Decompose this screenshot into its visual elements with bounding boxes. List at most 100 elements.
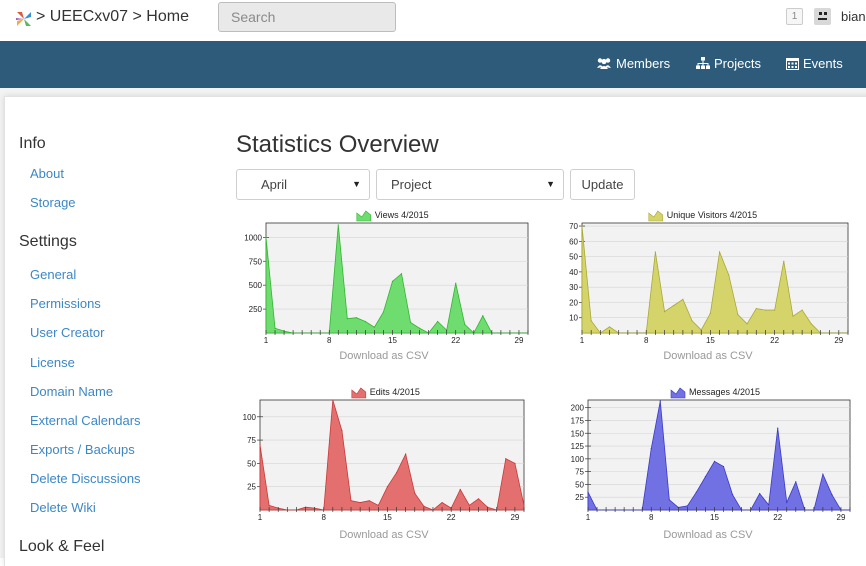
data-point: [728, 274, 730, 276]
month-select[interactable]: April ▼: [236, 169, 370, 200]
sidebar-link-delete-discussions[interactable]: Delete Discussions: [30, 471, 141, 486]
y-tick-label: 75: [575, 468, 584, 477]
data-point: [468, 504, 470, 506]
y-tick-label: 500: [249, 281, 263, 290]
x-tick-label: 15: [383, 513, 392, 522]
sidebar-link-domain-name[interactable]: Domain Name: [30, 384, 113, 399]
nav-members[interactable]: Members: [596, 56, 670, 71]
y-tick-label: 100: [243, 413, 257, 422]
data-point: [268, 504, 270, 506]
notification-badge[interactable]: 1: [786, 8, 803, 25]
data-point: [801, 309, 803, 311]
sidebar-heading-settings: Settings: [19, 233, 77, 250]
data-point: [731, 494, 734, 496]
data-point: [822, 473, 824, 475]
data-point: [581, 225, 583, 227]
data-point: [386, 486, 389, 488]
data-point: [668, 499, 670, 501]
data-point: [373, 326, 376, 328]
page-title: Statistics Overview: [236, 131, 439, 158]
chart-legend: Edits 4/2015: [351, 387, 420, 399]
data-point: [686, 505, 688, 507]
chart-title: Unique Visitors 4/2015: [667, 210, 757, 220]
x-tick-label: 8: [649, 513, 654, 522]
data-point: [659, 400, 661, 402]
chart-title: Messages 4/2015: [689, 387, 760, 397]
sidebar-link-about[interactable]: About: [30, 166, 64, 181]
data-point: [514, 462, 516, 464]
calendar-icon: [786, 58, 799, 70]
y-tick-label: 1000: [244, 233, 262, 242]
chart-legend: Messages 4/2015: [670, 387, 760, 399]
x-tick-label: 22: [451, 336, 460, 345]
y-tick-label: 50: [575, 480, 584, 489]
data-point: [718, 251, 721, 253]
data-point: [437, 320, 439, 323]
sidebar-link-general[interactable]: General: [30, 267, 76, 282]
project-select[interactable]: Project ▼: [376, 169, 564, 200]
nav-projects-label: Projects: [714, 56, 761, 71]
sidebar-link-storage[interactable]: Storage: [30, 195, 76, 210]
data-point: [691, 320, 693, 322]
chart-legend: Views 4/2015: [356, 210, 429, 222]
data-point: [259, 444, 261, 446]
data-point: [423, 505, 425, 507]
download-csv-link[interactable]: Download as CSV: [236, 529, 532, 541]
sidebar-heading-info: Info: [19, 135, 46, 152]
y-tick-label: 175: [571, 416, 585, 425]
sidebar-link-user-creator[interactable]: User Creator: [30, 325, 104, 340]
download-csv-link[interactable]: Download as CSV: [236, 350, 532, 362]
download-csv-link[interactable]: Download as CSV: [560, 529, 856, 541]
sidebar-link-delete-wiki[interactable]: Delete Wiki: [30, 500, 96, 515]
x-tick-label: 15: [388, 336, 397, 345]
download-csv-link[interactable]: Download as CSV: [560, 350, 856, 362]
username-link[interactable]: biank: [841, 9, 866, 24]
x-tick-label: 29: [510, 513, 519, 522]
logo-icon[interactable]: [14, 9, 34, 29]
x-tick-label: 8: [644, 336, 649, 345]
sidebar-link-permissions[interactable]: Permissions: [30, 296, 101, 311]
data-point: [764, 309, 767, 311]
data-point: [777, 427, 779, 429]
data-point: [608, 326, 611, 328]
data-point: [265, 236, 267, 238]
x-tick-label: 1: [258, 513, 263, 522]
users-icon: [597, 58, 611, 69]
nav-projects[interactable]: Projects: [696, 56, 761, 71]
y-tick-label: 250: [249, 305, 263, 314]
y-tick-label: 30: [569, 283, 578, 292]
data-point: [746, 323, 748, 325]
data-point: [759, 493, 761, 495]
data-point: [355, 317, 357, 319]
x-tick-label: 8: [321, 513, 326, 522]
data-point: [332, 399, 334, 401]
data-point: [587, 491, 589, 493]
breadcrumb-workspace-link[interactable]: UEECxv07: [50, 8, 128, 26]
update-button[interactable]: Update: [570, 169, 635, 200]
y-tick-label: 50: [569, 253, 578, 262]
top-bar: > UEECxv07 > Home 1 biank: [0, 0, 866, 41]
sidebar-link-external-calendars[interactable]: External Calendars: [30, 413, 141, 428]
chart-messages: Messages 4/2015 25 50 75 100 125 150 175 200 1 8 15…: [571, 387, 851, 522]
sidebar-link-license[interactable]: License: [30, 355, 75, 370]
avatar[interactable]: [814, 8, 831, 25]
y-tick-label: 100: [571, 455, 585, 464]
data-point: [418, 327, 421, 329]
nav-events[interactable]: Events: [786, 56, 843, 71]
x-tick-label: 1: [264, 336, 269, 345]
data-point: [792, 315, 794, 317]
data-point: [414, 492, 416, 494]
sidebar-link-exports-backups[interactable]: Exports / Backups: [30, 442, 135, 457]
x-tick-label: 1: [586, 513, 591, 522]
project-select-value: Project: [391, 177, 432, 192]
data-point: [590, 320, 592, 322]
data-point: [650, 448, 652, 450]
x-tick-label: 15: [706, 336, 715, 345]
sidebar-heading-look-feel: Look & Feel: [19, 538, 105, 555]
search-input[interactable]: [218, 2, 396, 32]
breadcrumb-home-link[interactable]: Home: [146, 8, 189, 26]
x-tick-label: 1: [580, 336, 585, 345]
nav-events-label: Events: [803, 56, 843, 71]
chart-views: Views 4/2015 250 500 750 1000 1 8 15 22 29: [244, 210, 529, 345]
nav-members-label: Members: [616, 56, 671, 71]
